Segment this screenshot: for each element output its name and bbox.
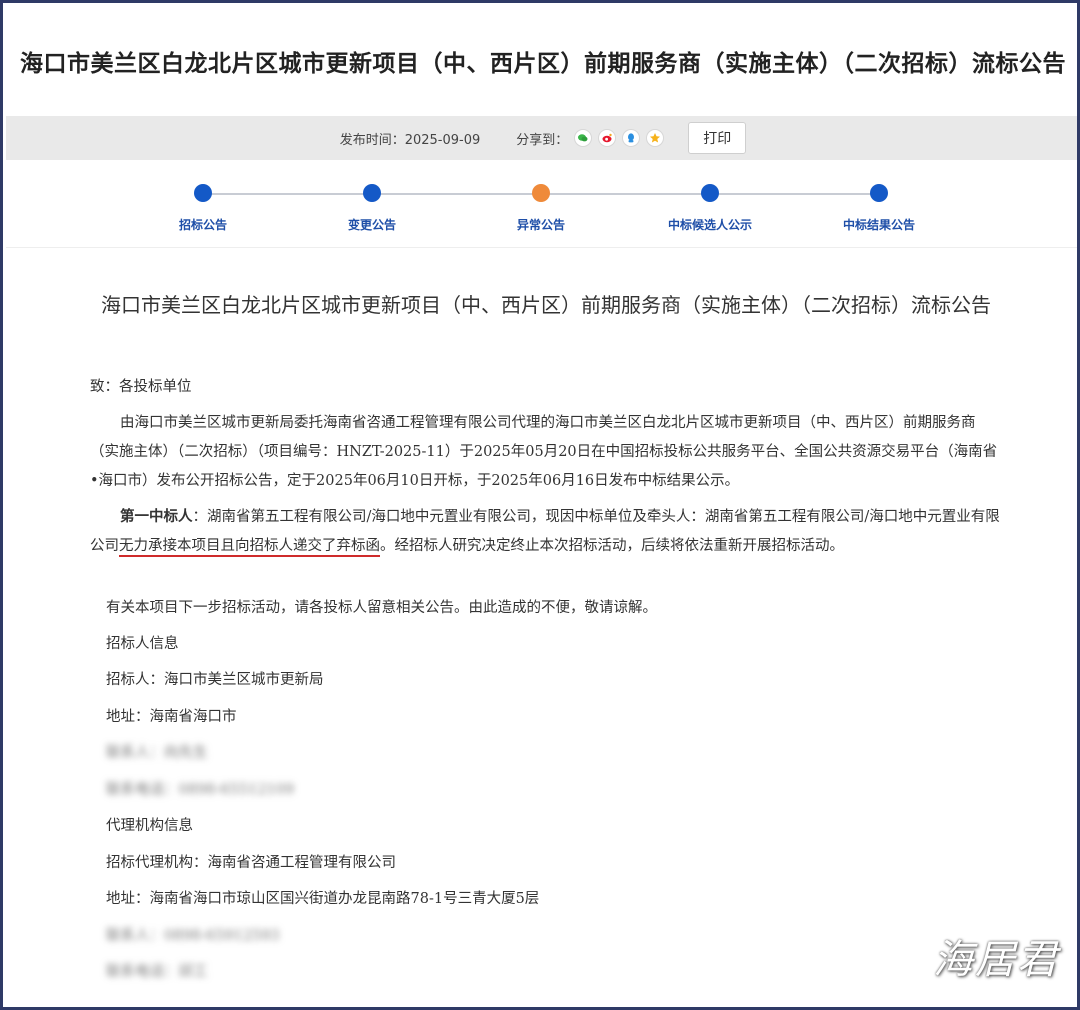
screenshot-frame: 海口市美兰区白龙北片区城市更新项目（中、西片区）前期服务商（实施主体）（二次招标… <box>0 0 1080 1010</box>
step-result-notice[interactable]: 中标结果公告 <box>799 184 959 233</box>
tenderer-contact: 联系人：向先生 <box>106 745 208 761</box>
step-dot <box>194 184 212 202</box>
share-group: 分享到： <box>516 129 665 148</box>
wechat-icon[interactable] <box>574 129 593 147</box>
paragraph-notice: 有关本项目下一步招标活动，请各投标人留意相关公告。由此造成的不便，敬请谅解。 <box>106 600 657 616</box>
page-header: 海口市美兰区白龙北片区城市更新项目（中、西片区）前期服务商（实施主体）（二次招标… <box>6 6 1077 116</box>
watermark-logo: 海居君 <box>933 937 1059 983</box>
page-title: 海口市美兰区白龙北片区城市更新项目（中、西片区）前期服务商（实施主体）（二次招标… <box>20 51 1066 77</box>
share-label: 分享到： <box>516 132 569 148</box>
step-label: 异常公告 <box>516 218 565 232</box>
first-bidder-label: 第一中标人 <box>120 508 193 525</box>
print-button[interactable]: 打印 <box>688 122 747 154</box>
article-title: 海口市美兰区白龙北片区城市更新项目（中、西片区）前期服务商（实施主体）（二次招标… <box>101 293 991 317</box>
tenderer-info-heading: 招标人信息 <box>106 636 179 652</box>
tenderer-phone: 联系电话：0898-65512109 <box>106 782 295 798</box>
step-dot <box>870 184 888 202</box>
termination-text: 。经招标人研究决定终止本次招标活动，后续将依法重新开展招标活动。 <box>380 538 844 554</box>
step-dot <box>363 184 381 202</box>
step-label: 招标公告 <box>178 218 227 232</box>
abandon-highlight: 无力承接本项目且向招标人递交了弃标函 <box>119 538 380 557</box>
step-label: 中标结果公告 <box>842 218 915 232</box>
step-label: 变更公告 <box>347 218 396 232</box>
tenderer-address: 地址：海南省海口市 <box>106 709 237 725</box>
step-exception-notice[interactable]: 异常公告 <box>461 184 621 233</box>
publish-date: 2025-09-09 <box>404 132 481 148</box>
qq-icon[interactable] <box>622 129 641 147</box>
progress-steps: 招标公告 变更公告 异常公告 中标候选人公示 中标结果公告 <box>6 160 1077 248</box>
step-tender-notice[interactable]: 招标公告 <box>123 184 283 233</box>
agency-name: 招标代理机构：海南省咨通工程管理有限公司 <box>106 855 396 871</box>
paragraph-background: 由海口市美兰区城市更新局委托海南省咨通工程管理有限公司代理的海口市美兰区白龙北片… <box>90 415 998 489</box>
agency-contact: 联系人：0898-65912593 <box>106 928 280 944</box>
qzone-icon[interactable] <box>646 129 665 147</box>
meta-bar: 发布时间：2025-09-09 分享到： 打印 <box>6 116 1077 160</box>
agency-info-heading: 代理机构信息 <box>106 818 193 834</box>
article-content: 海口市美兰区白龙北片区城市更新项目（中、西片区）前期服务商（实施主体）（二次招标… <box>6 248 1077 1007</box>
tenderer-name: 招标人：海口市美兰区城市更新局 <box>106 672 324 688</box>
publish-label: 发布时间： <box>339 132 405 148</box>
step-candidate-notice[interactable]: 中标候选人公示 <box>630 184 790 233</box>
publish-info: 发布时间：2025-09-09 <box>340 129 481 148</box>
salutation: 致：各投标单位 <box>90 379 192 395</box>
agency-phone: 联系电话：邱工 <box>106 964 208 980</box>
step-dot-current <box>532 184 550 202</box>
agency-address: 地址：海南省海口市琼山区国兴街道办龙昆南路78-1号三青大厦5层 <box>106 891 540 907</box>
step-dot <box>701 184 719 202</box>
weibo-icon[interactable] <box>598 129 617 147</box>
step-label: 中标候选人公示 <box>667 218 752 232</box>
step-change-notice[interactable]: 变更公告 <box>292 184 452 233</box>
paragraph-first-bidder: 第一中标人：湖南省第五工程有限公司/海口地中元置业有限公司，现因中标单位及牵头人… <box>90 502 1002 561</box>
